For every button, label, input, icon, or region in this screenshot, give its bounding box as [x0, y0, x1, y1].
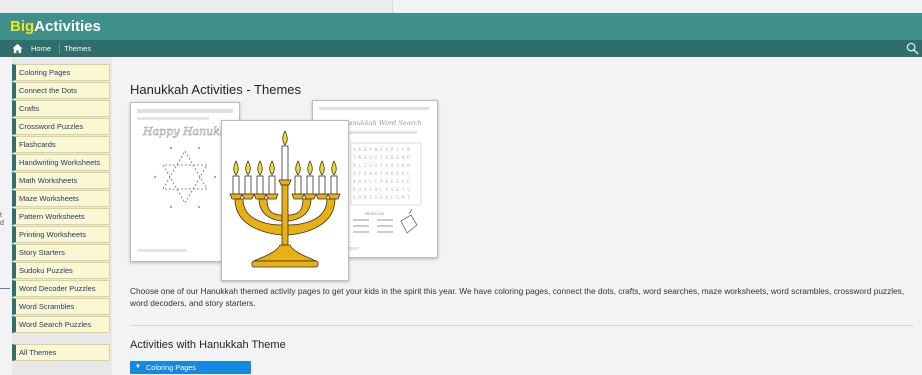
svg-text:U F Q W V T H R D H L: U F Q W V T H R D H L — [353, 171, 410, 177]
sidebar: Coloring Pages Connect the Dots Crafts C… — [12, 57, 112, 375]
menorah-coloring-thumbnail[interactable] — [221, 120, 349, 281]
sidebar-item-printing-worksheets[interactable]: Printing Worksheets — [12, 226, 110, 243]
sidebar-item-coloring-pages[interactable]: Coloring Pages — [12, 64, 110, 81]
page-left-edge: t d — [0, 57, 12, 375]
svg-text:R U A E H L S V E T S: R U A E H L S V E T S — [353, 187, 410, 193]
sidebar-item-math-worksheets[interactable]: Math Worksheets — [12, 172, 110, 189]
page-description: Choose one of our Hanukkah themed activi… — [130, 286, 905, 308]
main-content: Hanukkah Activities - Themes Happy Hanuk… — [118, 57, 922, 375]
logo-activities: Activities — [34, 18, 101, 35]
svg-text:T N Q U I T E B E N D: T N Q U I T E B E N D — [353, 155, 410, 161]
edge-line — [0, 288, 10, 289]
browser-top-strip — [0, 0, 922, 13]
sidebar-item-word-scrambles[interactable]: Word Scrambles — [12, 298, 110, 315]
nav-bar: Home Themes — [0, 40, 922, 57]
coloring-pages-dropdown[interactable]: ▼ Coloring Pages — [130, 361, 251, 374]
sidebar-item-word-search-puzzles[interactable]: Word Search Puzzles — [12, 316, 110, 333]
nav-home[interactable]: Home — [31, 42, 51, 55]
section-heading: Activities with Hanukkah Theme — [130, 339, 286, 351]
svg-text:A K B P W E Q R S L M: A K B P W E Q R S L M — [353, 147, 410, 153]
caret-down-icon: ▼ — [135, 364, 141, 370]
site-logo[interactable]: BigActivities — [10, 18, 101, 35]
page-title: Hanukkah Activities - Themes — [130, 82, 301, 97]
search-icon[interactable] — [906, 42, 919, 55]
edge-text-d: d — [0, 220, 4, 227]
sidebar-item-pattern-worksheets[interactable]: Pattern Worksheets — [12, 208, 110, 225]
sidebar-item-sudoku-puzzles[interactable]: Sudoku Puzzles — [12, 262, 110, 279]
sidebar-item-word-decoder-puzzles[interactable]: Word Decoder Puzzles — [12, 280, 110, 297]
section-divider — [130, 325, 913, 326]
svg-text:K M A C C A B E E S E: K M A C C A B E E S E — [353, 179, 410, 185]
logo-big: Big — [10, 18, 35, 35]
sidebar-item-connect-the-dots[interactable]: Connect the Dots — [12, 82, 110, 99]
sidebar-item-flashcards[interactable]: Flashcards — [12, 136, 110, 153]
overlay-pane — [0, 0, 393, 13]
nav-themes[interactable]: Themes — [64, 42, 91, 55]
sidebar-item-all-themes[interactable]: All Themes — [12, 344, 110, 361]
sidebar-item-maze-worksheets[interactable]: Maze Worksheets — [12, 190, 110, 207]
menorah-image — [229, 130, 341, 268]
home-icon[interactable] — [12, 43, 23, 54]
sidebar-item-story-starters[interactable]: Story Starters — [12, 244, 110, 261]
site-header: BigActivities — [0, 13, 922, 40]
sidebar-item-handwriting-worksheets[interactable]: Handwriting Worksheets — [12, 154, 110, 171]
sidebar-item-crafts[interactable]: Crafts — [12, 100, 110, 117]
dropdown-label: Coloring Pages — [146, 363, 196, 372]
thumb-right-title: Hanukkah Word Search — [342, 119, 422, 127]
edge-text: t d — [0, 212, 4, 228]
thumb-right-subtitle: Word List — [365, 211, 385, 216]
nav-separator — [59, 43, 60, 54]
svg-text:A D R E I D E L S M T: A D R E I D E L S M T — [353, 195, 410, 201]
svg-text:R L I G H T S A O K N: R L I G H T S A O K N — [353, 163, 410, 169]
edge-text-t: t — [0, 212, 2, 219]
sidebar-item-crossword-puzzles[interactable]: Crossword Puzzles — [12, 118, 110, 135]
